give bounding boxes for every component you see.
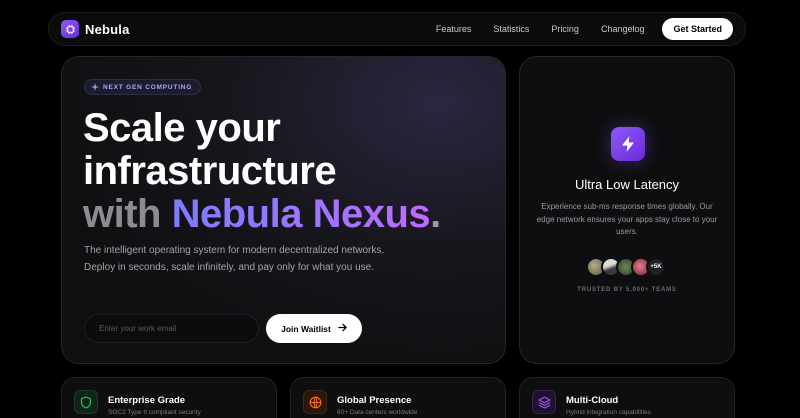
feature-title: Global Presence [337,395,412,406]
nav-link-pricing[interactable]: Pricing [551,24,579,34]
shield-icon [74,390,98,414]
latency-title: Ultra Low Latency [574,177,680,192]
get-started-button[interactable]: Get Started [662,18,733,40]
feature-title: Enterprise Grade [108,395,186,406]
feature-subtitle: Hybrid integration capabilities [566,409,651,416]
lightning-icon [611,127,645,161]
avatar-group: +5K [586,257,666,277]
email-input[interactable]: Enter your work email [84,314,259,343]
feature-subtitle: 60+ Data centers worldwide [337,409,418,416]
layers-icon [532,390,556,414]
join-waitlist-button[interactable]: Join Waitlist [266,314,362,343]
headline-line-1: Scale your [83,106,281,150]
headline-highlight: Nebula Nexus [171,192,431,236]
arrow-right-icon [338,323,347,334]
nav-link-features[interactable]: Features [436,24,472,34]
headline-suffix: . [430,192,441,236]
headline-prefix: with [83,192,161,236]
avatar-more-count: +5K [646,257,666,277]
chip-icon [61,20,79,38]
feature-card-enterprise[interactable]: Enterprise Grade SOC2 Type II compliant … [61,377,277,418]
feature-card-global[interactable]: Global Presence 60+ Data centers worldwi… [290,377,506,418]
feature-subtitle: SOC2 Type II compliant security [108,409,201,416]
latency-card: Ultra Low Latency Experience sub-ms resp… [519,56,735,364]
globe-icon [303,390,327,414]
latency-description: Experience sub-ms response times globall… [536,202,718,236]
feature-card-multicloud[interactable]: Multi-Cloud Hybrid integration capabilit… [519,377,735,418]
brand-name: Nebula [85,21,130,37]
hero-card: NEXT GEN COMPUTING Scale your infrastruc… [61,56,506,364]
feature-title: Multi-Cloud [566,395,619,406]
join-waitlist-label: Join Waitlist [281,323,331,334]
trusted-by-label: TRUSTED BY 5,000+ TEAMS [577,287,677,293]
nav-link-statistics[interactable]: Statistics [493,24,529,34]
nav-links: Features Statistics Pricing Changelog Ge… [414,18,733,40]
sparkle-icon [91,78,99,96]
hero-subtitle: The intelligent operating system for mod… [84,245,385,273]
headline-line-3: with Nebula Nexus. [83,193,441,236]
top-navbar: Nebula Features Statistics Pricing Chang… [48,12,746,46]
hero-headline: Scale your infrastructure with Nebula Ne… [83,107,441,236]
hero-badge: NEXT GEN COMPUTING [84,78,202,96]
hero-badge-label: NEXT GEN COMPUTING [103,83,193,91]
brand-logo[interactable]: Nebula [61,20,130,38]
nav-link-changelog[interactable]: Changelog [601,24,645,34]
headline-line-2: infrastructure [83,149,337,193]
